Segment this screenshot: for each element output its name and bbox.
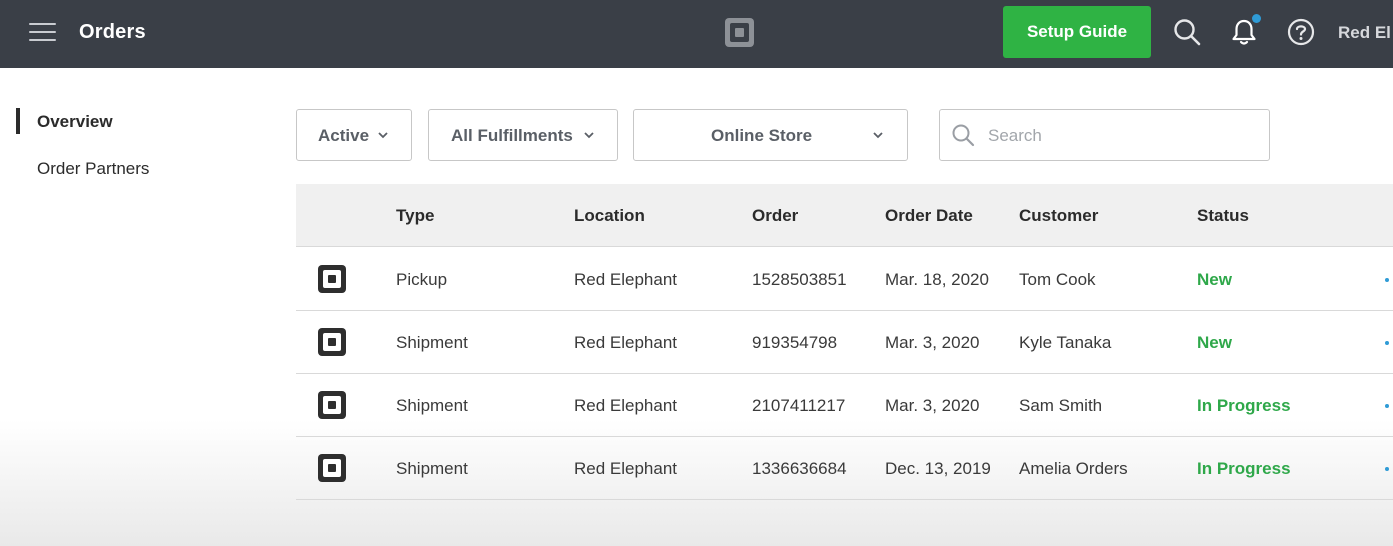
search-input[interactable] xyxy=(988,123,1258,149)
row-more-icon[interactable] xyxy=(1385,278,1389,282)
square-logo-icon[interactable] xyxy=(724,17,755,48)
search-icon xyxy=(952,124,975,147)
cell-type: Pickup xyxy=(396,270,448,289)
cell-order: 919354798 xyxy=(752,333,838,352)
cell-order: 1336636684 xyxy=(752,459,847,478)
row-more-icon[interactable] xyxy=(1385,467,1389,471)
table-header: Type Location Order Order Date Customer … xyxy=(296,184,1393,247)
square-pos-icon xyxy=(318,391,346,419)
cell-order: 2107411217 xyxy=(752,396,846,415)
orders-table: Type Location Order Order Date Customer … xyxy=(296,184,1393,502)
table-row[interactable]: Shipment Red Elephant 1336636684 Dec. 13… xyxy=(296,437,1393,500)
active-indicator xyxy=(16,108,20,134)
cell-order-date: Mar. 3, 2020 xyxy=(885,333,980,352)
status-badge: In Progress xyxy=(1197,396,1291,415)
square-pos-icon xyxy=(318,454,346,482)
fulfillment-filter-label: All Fulfillments xyxy=(451,126,573,145)
fulfillment-filter-dropdown[interactable]: All Fulfillments xyxy=(428,109,618,161)
cell-order-date: Mar. 3, 2020 xyxy=(885,396,980,415)
top-bar: Orders Setup Guide Red El xyxy=(0,0,1393,68)
column-header-order-date[interactable]: Order Date xyxy=(885,206,973,226)
square-pos-icon xyxy=(318,265,346,293)
channel-filter-label: Online Store xyxy=(711,126,813,145)
row-more-icon[interactable] xyxy=(1385,341,1389,345)
table-row[interactable]: Shipment Red Elephant 2107411217 Mar. 3,… xyxy=(296,374,1393,437)
notification-dot xyxy=(1252,14,1261,23)
column-header-type[interactable]: Type xyxy=(396,206,434,226)
menu-icon[interactable] xyxy=(29,22,56,42)
cell-order: 1528503851 xyxy=(752,270,847,289)
cell-customer: Sam Smith xyxy=(1019,396,1103,415)
cell-location: Red Elephant xyxy=(574,459,678,478)
cell-customer: Amelia Orders xyxy=(1019,459,1128,478)
channel-filter-dropdown[interactable]: Online Store xyxy=(633,109,908,161)
column-header-status[interactable]: Status xyxy=(1197,206,1249,226)
cell-customer: Kyle Tanaka xyxy=(1019,333,1112,352)
status-badge: New xyxy=(1197,270,1232,289)
table-row[interactable]: Shipment Red Elephant 919354798 Mar. 3, … xyxy=(296,311,1393,374)
status-badge: New xyxy=(1197,333,1232,352)
status-badge: In Progress xyxy=(1197,459,1291,478)
sidebar-item-overview[interactable]: Overview xyxy=(37,112,113,132)
cell-location: Red Elephant xyxy=(574,270,678,289)
account-name[interactable]: Red El xyxy=(1338,23,1391,43)
cell-location: Red Elephant xyxy=(574,396,678,415)
row-more-icon[interactable] xyxy=(1385,404,1389,408)
cell-location: Red Elephant xyxy=(574,333,678,352)
column-header-order[interactable]: Order xyxy=(752,206,798,226)
column-header-location[interactable]: Location xyxy=(574,206,645,226)
setup-guide-button[interactable]: Setup Guide xyxy=(1003,6,1151,58)
cell-order-date: Mar. 18, 2020 xyxy=(885,270,989,289)
chevron-down-icon xyxy=(584,132,594,139)
cell-order-date: Dec. 13, 2019 xyxy=(885,459,991,478)
square-pos-icon xyxy=(318,328,346,356)
status-filter-label: Active xyxy=(318,126,370,145)
cell-type: Shipment xyxy=(396,333,468,352)
chevron-down-icon xyxy=(873,132,883,139)
chevron-down-icon xyxy=(378,132,388,139)
cell-type: Shipment xyxy=(396,396,468,415)
sidebar-item-order-partners[interactable]: Order Partners xyxy=(37,159,149,179)
cell-customer: Tom Cook xyxy=(1019,270,1096,289)
help-icon[interactable] xyxy=(1286,17,1316,47)
status-filter-dropdown[interactable]: Active xyxy=(296,109,412,161)
search-icon[interactable] xyxy=(1172,17,1202,47)
table-row[interactable]: Pickup Red Elephant 1528503851 Mar. 18, … xyxy=(296,248,1393,311)
column-header-customer[interactable]: Customer xyxy=(1019,206,1098,226)
page-title: Orders xyxy=(79,21,146,43)
cell-type: Shipment xyxy=(396,459,468,478)
search-field[interactable] xyxy=(939,109,1270,161)
